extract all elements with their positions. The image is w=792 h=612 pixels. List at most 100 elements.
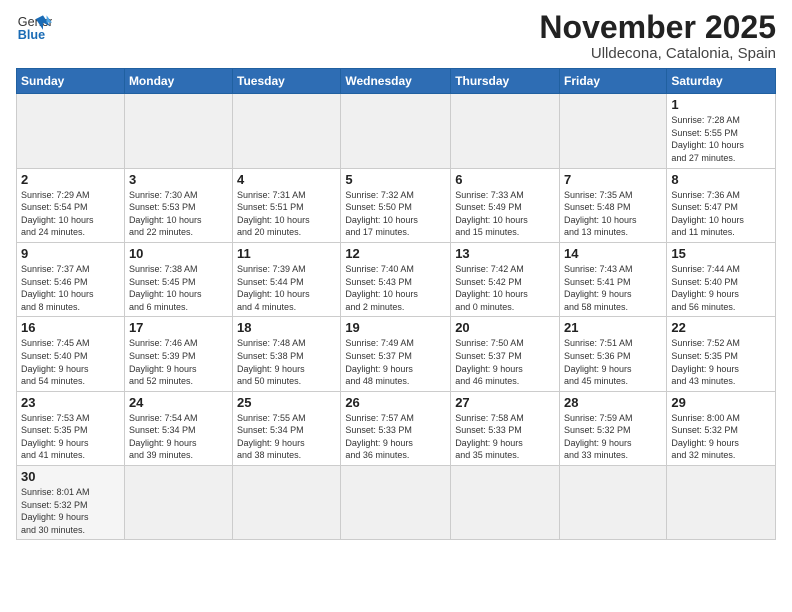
calendar-subtitle: Ulldecona, Catalonia, Spain bbox=[539, 45, 776, 62]
day-info: Sunrise: 7:49 AM Sunset: 5:37 PM Dayligh… bbox=[345, 337, 446, 387]
calendar-cell: 6Sunrise: 7:33 AM Sunset: 5:49 PM Daylig… bbox=[451, 168, 560, 242]
col-header-friday: Friday bbox=[560, 69, 667, 94]
calendar-cell: 19 Sunrise: 7:49 AM Sunset: 5:37 PM Dayli… bbox=[341, 317, 451, 391]
day-info: Sunrise: 7:38 AM Sunset: 5:45 PM Dayligh… bbox=[129, 263, 228, 313]
calendar-week-row: 30 Sunrise: 8:01 AM Sunset: 5:32 PM Dayli… bbox=[17, 466, 776, 540]
calendar-cell bbox=[560, 466, 667, 540]
day-info: Sunrise: 7:48 AM Sunset: 5:38 PM Dayligh… bbox=[237, 337, 336, 387]
day-number: 27 bbox=[455, 395, 555, 410]
day-number: 14 bbox=[564, 246, 662, 261]
col-header-sunday: Sunday bbox=[17, 69, 125, 94]
day-number: 19 bbox=[345, 320, 446, 335]
calendar-cell: 14 Sunrise: 7:43 AM Sunset: 5:41 PM Dayli… bbox=[560, 242, 667, 316]
day-number: 4 bbox=[237, 172, 336, 187]
day-info: Sunrise: 7:35 AM Sunset: 5:48 PM Dayligh… bbox=[564, 189, 662, 239]
day-info: Sunrise: 7:53 AM Sunset: 5:35 PM Dayligh… bbox=[21, 412, 120, 462]
calendar-cell: 21Sunrise: 7:51 AM Sunset: 5:36 PM Dayli… bbox=[560, 317, 667, 391]
day-info: Sunrise: 7:44 AM Sunset: 5:40 PM Dayligh… bbox=[671, 263, 771, 313]
calendar-cell bbox=[233, 94, 341, 168]
col-header-thursday: Thursday bbox=[451, 69, 560, 94]
day-number: 13 bbox=[455, 246, 555, 261]
day-info: Sunrise: 7:42 AM Sunset: 5:42 PM Dayligh… bbox=[455, 263, 555, 313]
day-info: Sunrise: 7:39 AM Sunset: 5:44 PM Dayligh… bbox=[237, 263, 336, 313]
calendar-cell bbox=[233, 466, 341, 540]
day-info: Sunrise: 7:31 AM Sunset: 5:51 PM Dayligh… bbox=[237, 189, 336, 239]
calendar-cell: 1 Sunrise: 7:28 AM Sunset: 5:55 PM Daylig… bbox=[667, 94, 776, 168]
col-header-monday: Monday bbox=[124, 69, 232, 94]
day-info: Sunrise: 7:51 AM Sunset: 5:36 PM Dayligh… bbox=[564, 337, 662, 387]
day-number: 18 bbox=[237, 320, 336, 335]
day-number: 8 bbox=[671, 172, 771, 187]
calendar-cell bbox=[560, 94, 667, 168]
calendar-cell: 7 Sunrise: 7:35 AM Sunset: 5:48 PM Daylig… bbox=[560, 168, 667, 242]
calendar-cell: 11 Sunrise: 7:39 AM Sunset: 5:44 PM Dayli… bbox=[233, 242, 341, 316]
day-number: 15 bbox=[671, 246, 771, 261]
day-number: 30 bbox=[21, 469, 120, 484]
calendar-cell: 26Sunrise: 7:57 AM Sunset: 5:33 PM Dayli… bbox=[341, 391, 451, 465]
calendar-cell: 2 Sunrise: 7:29 AM Sunset: 5:54 PM Daylig… bbox=[17, 168, 125, 242]
calendar-cell: 20Sunrise: 7:50 AM Sunset: 5:37 PM Dayli… bbox=[451, 317, 560, 391]
day-number: 6 bbox=[455, 172, 555, 187]
day-number: 2 bbox=[21, 172, 120, 187]
calendar-cell: 24 Sunrise: 7:54 AM Sunset: 5:34 PM Dayli… bbox=[124, 391, 232, 465]
calendar-cell: 13 Sunrise: 7:42 AM Sunset: 5:42 PM Dayli… bbox=[451, 242, 560, 316]
calendar-week-row: 16 Sunrise: 7:45 AM Sunset: 5:40 PM Dayli… bbox=[17, 317, 776, 391]
day-number: 1 bbox=[671, 97, 771, 112]
day-number: 11 bbox=[237, 246, 336, 261]
calendar-cell: 4 Sunrise: 7:31 AM Sunset: 5:51 PM Daylig… bbox=[233, 168, 341, 242]
day-info: Sunrise: 7:55 AM Sunset: 5:34 PM Dayligh… bbox=[237, 412, 336, 462]
calendar-cell: 17 Sunrise: 7:46 AM Sunset: 5:39 PM Dayli… bbox=[124, 317, 232, 391]
calendar-cell bbox=[667, 466, 776, 540]
calendar-week-row: 1 Sunrise: 7:28 AM Sunset: 5:55 PM Daylig… bbox=[17, 94, 776, 168]
calendar-cell: 28 Sunrise: 7:59 AM Sunset: 5:32 PM Dayli… bbox=[560, 391, 667, 465]
col-header-tuesday: Tuesday bbox=[233, 69, 341, 94]
day-number: 10 bbox=[129, 246, 228, 261]
day-info: Sunrise: 7:37 AM Sunset: 5:46 PM Dayligh… bbox=[21, 263, 120, 313]
day-number: 12 bbox=[345, 246, 446, 261]
day-info: Sunrise: 7:30 AM Sunset: 5:53 PM Dayligh… bbox=[129, 189, 228, 239]
calendar-cell: 23 Sunrise: 7:53 AM Sunset: 5:35 PM Dayli… bbox=[17, 391, 125, 465]
day-number: 17 bbox=[129, 320, 228, 335]
page: General Blue November 2025 Ulldecona, Ca… bbox=[0, 0, 792, 612]
calendar-cell bbox=[124, 94, 232, 168]
day-info: Sunrise: 7:36 AM Sunset: 5:47 PM Dayligh… bbox=[671, 189, 771, 239]
day-number: 7 bbox=[564, 172, 662, 187]
day-info: Sunrise: 7:29 AM Sunset: 5:54 PM Dayligh… bbox=[21, 189, 120, 239]
calendar-week-row: 23 Sunrise: 7:53 AM Sunset: 5:35 PM Dayli… bbox=[17, 391, 776, 465]
day-info: Sunrise: 7:28 AM Sunset: 5:55 PM Dayligh… bbox=[671, 114, 771, 164]
calendar-cell bbox=[451, 94, 560, 168]
day-number: 16 bbox=[21, 320, 120, 335]
calendar-cell: 12Sunrise: 7:40 AM Sunset: 5:43 PM Dayli… bbox=[341, 242, 451, 316]
logo: General Blue bbox=[16, 10, 52, 46]
day-info: Sunrise: 7:43 AM Sunset: 5:41 PM Dayligh… bbox=[564, 263, 662, 313]
calendar-cell bbox=[17, 94, 125, 168]
calendar-cell: 10 Sunrise: 7:38 AM Sunset: 5:45 PM Dayli… bbox=[124, 242, 232, 316]
day-info: Sunrise: 8:01 AM Sunset: 5:32 PM Dayligh… bbox=[21, 486, 120, 536]
day-number: 3 bbox=[129, 172, 228, 187]
day-info: Sunrise: 7:58 AM Sunset: 5:33 PM Dayligh… bbox=[455, 412, 555, 462]
day-info: Sunrise: 7:32 AM Sunset: 5:50 PM Dayligh… bbox=[345, 189, 446, 239]
calendar-cell: 8 Sunrise: 7:36 AM Sunset: 5:47 PM Daylig… bbox=[667, 168, 776, 242]
day-number: 24 bbox=[129, 395, 228, 410]
day-number: 23 bbox=[21, 395, 120, 410]
calendar-cell: 27 Sunrise: 7:58 AM Sunset: 5:33 PM Dayli… bbox=[451, 391, 560, 465]
day-info: Sunrise: 7:54 AM Sunset: 5:34 PM Dayligh… bbox=[129, 412, 228, 462]
day-number: 9 bbox=[21, 246, 120, 261]
header: General Blue November 2025 Ulldecona, Ca… bbox=[16, 10, 776, 62]
calendar-title: November 2025 bbox=[539, 10, 776, 45]
calendar-cell: 18 Sunrise: 7:48 AM Sunset: 5:38 PM Dayli… bbox=[233, 317, 341, 391]
calendar-cell: 3 Sunrise: 7:30 AM Sunset: 5:53 PM Daylig… bbox=[124, 168, 232, 242]
calendar-table: SundayMondayTuesdayWednesdayThursdayFrid… bbox=[16, 68, 776, 540]
day-info: Sunrise: 7:45 AM Sunset: 5:40 PM Dayligh… bbox=[21, 337, 120, 387]
calendar-cell: 5Sunrise: 7:32 AM Sunset: 5:50 PM Daylig… bbox=[341, 168, 451, 242]
calendar-week-row: 2 Sunrise: 7:29 AM Sunset: 5:54 PM Daylig… bbox=[17, 168, 776, 242]
day-number: 22 bbox=[671, 320, 771, 335]
col-header-saturday: Saturday bbox=[667, 69, 776, 94]
day-info: Sunrise: 7:59 AM Sunset: 5:32 PM Dayligh… bbox=[564, 412, 662, 462]
calendar-cell bbox=[341, 466, 451, 540]
calendar-cell: 30 Sunrise: 8:01 AM Sunset: 5:32 PM Dayli… bbox=[17, 466, 125, 540]
day-info: Sunrise: 7:46 AM Sunset: 5:39 PM Dayligh… bbox=[129, 337, 228, 387]
day-number: 20 bbox=[455, 320, 555, 335]
calendar-cell bbox=[451, 466, 560, 540]
day-number: 28 bbox=[564, 395, 662, 410]
